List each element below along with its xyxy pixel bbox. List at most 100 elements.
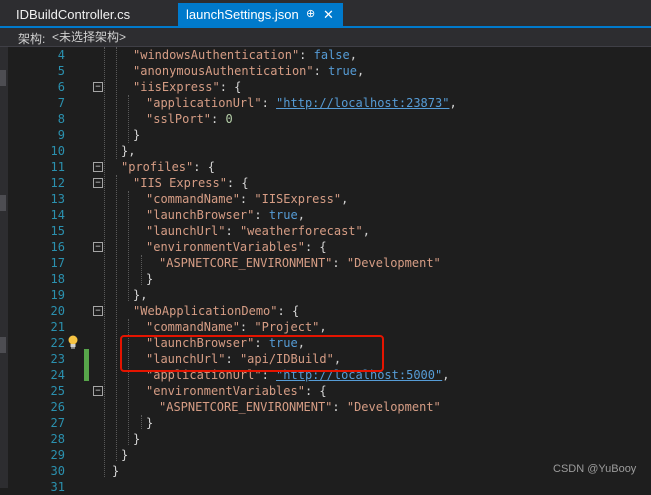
code-token: : <box>313 64 329 78</box>
line-number: 6 <box>57 80 65 94</box>
line-number: 20 <box>50 304 65 318</box>
collapse-icon[interactable]: − <box>93 306 103 316</box>
code-token: : <box>332 256 347 270</box>
code-text[interactable]: } <box>146 271 153 287</box>
code-token: "weatherforecast" <box>239 224 363 238</box>
code-text[interactable]: "ASPNETCORE_ENVIRONMENT": "Development" <box>159 399 441 415</box>
code-text[interactable]: } <box>133 127 140 143</box>
code-token: : <box>261 96 277 110</box>
line-number: 11 <box>50 160 65 174</box>
code-token: true <box>268 208 298 222</box>
code-token: "ASPNETCORE_ENVIRONMENT" <box>159 256 333 270</box>
code-text[interactable]: "commandName": "IISExpress", <box>146 191 348 207</box>
code-text[interactable]: "anonymousAuthentication": true, <box>133 63 364 79</box>
code-token: "ASPNETCORE_ENVIRONMENT" <box>159 400 333 414</box>
code-token: , <box>362 224 370 238</box>
collapse-icon[interactable]: − <box>93 162 103 172</box>
code-token: "launchBrowser" <box>146 208 255 222</box>
code-text[interactable]: "applicationUrl": "http://localhost:2387… <box>146 95 457 111</box>
code-token: } <box>133 432 141 446</box>
architecture-dropdown[interactable]: <未选择架构> <box>52 29 126 45</box>
code-text[interactable]: "launchBrowser": true, <box>146 207 305 223</box>
line-number: 22 <box>50 336 65 350</box>
code-token: "WebApplicationDemo" <box>133 304 278 318</box>
code-token: } <box>121 448 129 462</box>
line-number: 30 <box>50 464 65 478</box>
lightbulb-icon[interactable] <box>67 335 79 349</box>
tab-launchsettings[interactable]: launchSettings.json ⊕ ✕ <box>178 3 343 26</box>
code-token: }, <box>133 288 148 302</box>
code-token: "Project" <box>254 320 320 334</box>
code-text[interactable]: "profiles": { <box>121 159 215 175</box>
code-token: } <box>146 416 154 430</box>
line-number: 29 <box>50 448 65 462</box>
line-number: 28 <box>50 432 65 446</box>
indent-guide <box>141 415 142 429</box>
code-token: "IISExpress" <box>254 192 342 206</box>
code-text[interactable]: "iisExpress": { <box>133 79 241 95</box>
code-text[interactable]: }, <box>121 143 135 159</box>
collapse-icon[interactable]: − <box>93 242 103 252</box>
tab-label: launchSettings.json <box>186 7 299 22</box>
code-text[interactable]: "sslPort": 0 <box>146 111 233 127</box>
code-token: : { <box>304 384 327 398</box>
code-token: "iisExpress" <box>133 80 220 94</box>
code-token: "windowsAuthentication" <box>133 48 300 62</box>
indent-guide <box>116 47 117 159</box>
code-text[interactable]: } <box>146 415 153 431</box>
code-text[interactable]: }, <box>133 287 147 303</box>
line-number: 12 <box>50 176 65 190</box>
code-line[interactable]: 31 <box>8 479 651 495</box>
code-editor[interactable]: 4 "windowsAuthentication": false, 5 "anonym… <box>8 47 651 494</box>
code-text[interactable]: "environmentVariables": { <box>146 239 327 255</box>
line-number: 24 <box>50 368 65 382</box>
code-text[interactable]: "environmentVariables": { <box>146 383 327 399</box>
code-token: : <box>332 400 347 414</box>
line-number: 25 <box>50 384 65 398</box>
toolbox-tab[interactable] <box>0 195 6 211</box>
indent-guide <box>128 191 129 301</box>
navigation-bar: 架构: <未选择架构> <box>0 28 651 47</box>
code-token: : { <box>304 240 327 254</box>
code-text[interactable]: "IIS Express": { <box>133 175 249 191</box>
collapse-icon[interactable]: − <box>93 82 103 92</box>
tab-idbuildcontroller[interactable]: IDBuildController.cs <box>8 3 174 26</box>
code-token: : <box>239 320 255 334</box>
code-token: } <box>112 464 120 478</box>
indent-guide <box>141 255 142 285</box>
code-token: , <box>356 64 365 78</box>
collapse-icon[interactable]: − <box>93 386 103 396</box>
architecture-label: 架构: <box>18 32 46 46</box>
code-text[interactable]: "ASPNETCORE_ENVIRONMENT": "Development" <box>159 255 441 271</box>
code-token: , <box>341 192 349 206</box>
code-text[interactable]: } <box>121 447 128 463</box>
line-number: 10 <box>50 144 65 158</box>
line-number: 14 <box>50 208 65 222</box>
code-token: "Development" <box>346 400 441 414</box>
line-number: 31 <box>50 480 65 494</box>
close-icon[interactable]: ✕ <box>323 3 334 26</box>
left-toolbox-strip <box>0 47 8 488</box>
code-text[interactable]: "launchUrl": "weatherforecast", <box>146 223 370 239</box>
code-token: , <box>319 320 327 334</box>
code-token: "sslPort" <box>146 112 212 126</box>
toolbox-tab[interactable] <box>0 337 6 353</box>
code-text[interactable]: } <box>112 463 119 479</box>
code-text[interactable]: "commandName": "Project", <box>146 319 327 335</box>
code-text[interactable]: "windowsAuthentication": false, <box>133 47 357 63</box>
toolbox-tab[interactable] <box>0 70 6 86</box>
collapse-icon[interactable]: − <box>93 178 103 188</box>
pin-icon[interactable]: ⊕ <box>306 3 315 26</box>
code-text[interactable]: } <box>133 431 140 447</box>
line-number: 16 <box>50 240 65 254</box>
tab-label: IDBuildController.cs <box>16 7 131 22</box>
code-token: : { <box>219 80 242 94</box>
code-token: , <box>442 368 450 382</box>
code-token: "anonymousAuthentication" <box>133 64 314 78</box>
code-token: false <box>313 48 350 62</box>
code-token: : <box>211 112 226 126</box>
line-number: 17 <box>50 256 65 270</box>
code-text[interactable]: "WebApplicationDemo": { <box>133 303 299 319</box>
code-token: : <box>299 48 314 62</box>
highlight-box <box>120 335 384 372</box>
